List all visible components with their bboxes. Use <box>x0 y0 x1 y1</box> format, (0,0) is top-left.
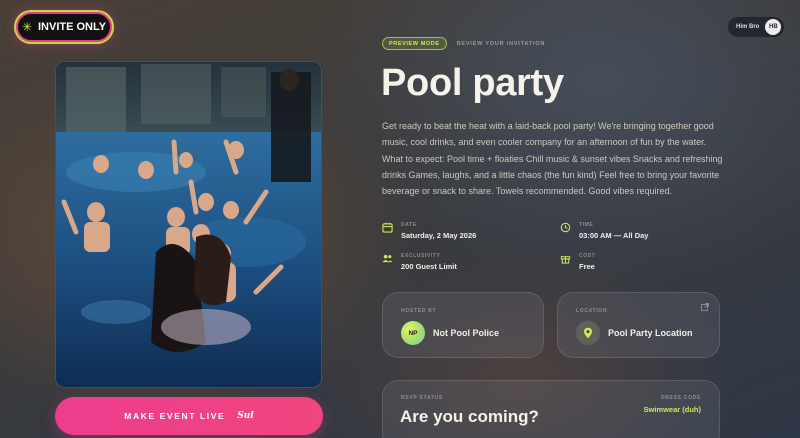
user-name: Him Bro <box>736 24 760 30</box>
gift-icon <box>560 256 571 264</box>
time-label: TIME <box>579 222 594 228</box>
event-description: Get ready to beat the heat with a laid-b… <box>382 121 723 197</box>
exclusivity-label: EXCLUSIVITY <box>401 253 441 259</box>
map-pin-icon <box>584 327 592 339</box>
exclusivity-detail: EXCLUSIVITY 200 Guest Limit <box>382 253 457 271</box>
time-value: 03:00 AM — All Day <box>579 231 649 240</box>
location-label: LOCATION <box>576 308 608 314</box>
cost-label: COST <box>579 253 596 259</box>
external-link-icon[interactable] <box>701 303 709 311</box>
dress-code-label: DRESS CODE <box>660 395 701 401</box>
preview-mode-pill: PREVIEW MODE <box>382 37 447 50</box>
make-event-live-label: MAKE EVENT LIVE <box>124 411 226 421</box>
sparkle-icon: ✳ <box>21 20 32 34</box>
location-card[interactable]: LOCATION Pool Party Location <box>557 292 720 358</box>
location-pin-badge <box>576 321 600 345</box>
make-event-live-button[interactable]: MAKE EVENT LIVE Sul <box>55 397 323 435</box>
calendar-icon <box>382 222 393 233</box>
invite-only-label: INVITE ONLY <box>38 21 107 33</box>
clock-icon <box>560 222 571 233</box>
time-detail: TIME 03:00 AM — All Day <box>560 222 648 240</box>
user-menu[interactable]: Him Bro HB <box>727 16 785 38</box>
date-label: DATE <box>401 222 417 228</box>
pool-party-photo <box>56 62 321 387</box>
rsvp-status-label: RSVP STATUS <box>401 395 443 401</box>
event-title: Pool party <box>381 62 564 104</box>
dress-code-value: Swimwear (duh) <box>643 405 701 414</box>
location-name: Pool Party Location <box>608 328 693 338</box>
preview-header: PREVIEW MODE REVIEW YOUR INVITATION <box>382 37 545 50</box>
avatar: HB <box>765 19 782 35</box>
exclusivity-value: 200 Guest Limit <box>401 262 457 271</box>
host-name: Not Pool Police <box>433 328 500 338</box>
invite-only-badge: ✳ INVITE ONLY <box>16 12 112 42</box>
event-cover-photo <box>55 61 322 388</box>
date-detail: DATE Saturday, 2 May 2026 <box>382 222 476 240</box>
date-value: Saturday, 2 May 2026 <box>401 231 477 240</box>
cost-value: Free <box>579 262 595 271</box>
host-label: HOSTED BY <box>401 308 437 314</box>
review-invitation-label: REVIEW YOUR INVITATION <box>456 40 546 47</box>
rsvp-question: Are you coming? <box>400 407 539 426</box>
users-icon <box>382 254 393 263</box>
host-avatar: NP <box>401 321 425 345</box>
cost-detail: COST Free <box>560 253 595 271</box>
rsvp-card: RSVP STATUS Are you coming? DRESS CODE S… <box>382 380 720 438</box>
host-card[interactable]: HOSTED BY NP Not Pool Police <box>382 292 544 358</box>
signature-glyph: Sul <box>237 411 254 421</box>
